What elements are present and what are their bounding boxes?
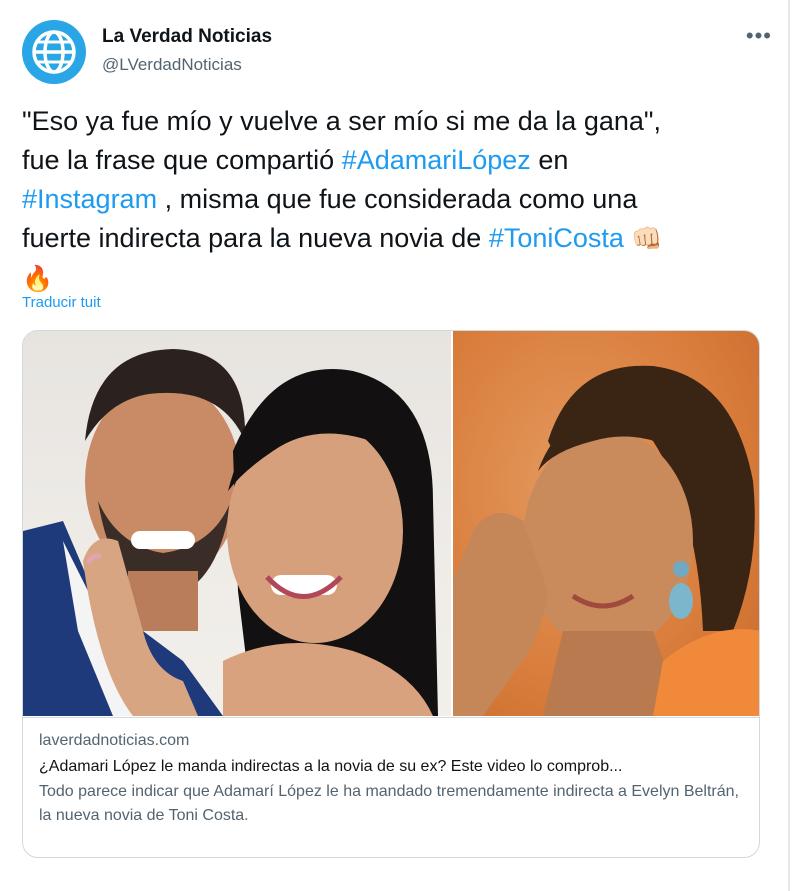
card-image[interactable] xyxy=(23,331,759,716)
card-domain: laverdadnoticias.com xyxy=(39,732,190,749)
account-handle[interactable]: @LVerdadNoticias xyxy=(102,55,242,75)
card-title: ¿Adamari López le manda indirectas a la … xyxy=(39,758,623,775)
fist-emoji: 👊🏻 xyxy=(631,225,663,253)
account-name[interactable]: La Verdad Noticias xyxy=(102,26,272,48)
couple-photo xyxy=(23,331,451,716)
woman-portrait-photo xyxy=(453,331,759,716)
hashtag-adamari-lopez[interactable]: #AdamariLópez xyxy=(342,145,531,175)
tweet-text-segment: fue la frase que compartió xyxy=(22,145,342,175)
tweet-text-segment: fuerte indirecta para la nueva novia de xyxy=(22,223,489,253)
link-preview-card[interactable]: laverdadnoticias.com ¿Adamari López le m… xyxy=(22,330,760,858)
more-options-icon[interactable]: ••• xyxy=(746,25,772,47)
hashtag-instagram[interactable]: #Instagram xyxy=(22,184,157,214)
avatar[interactable] xyxy=(22,20,86,84)
translate-tweet-link[interactable]: Traducir tuit xyxy=(22,294,101,311)
hashtag-toni-costa[interactable]: #ToniCosta xyxy=(489,223,624,253)
globe-icon xyxy=(32,30,76,74)
tweet-text: "Eso ya fue mío y vuelve a ser mío si me… xyxy=(22,102,762,299)
tweet-text-segment: en xyxy=(530,145,569,175)
card-description: Todo parece indicar que Adamarí López le… xyxy=(39,783,739,824)
tweet-header: La Verdad Noticias @LVerdadNoticias ••• xyxy=(22,20,772,84)
scrollbar-track xyxy=(788,0,790,891)
tweet-text-segment: , misma que fue considerada como una xyxy=(157,184,638,214)
fire-emoji: 🔥 xyxy=(22,265,54,293)
tweet-text-line-1: "Eso ya fue mío y vuelve a ser mío si me… xyxy=(22,106,661,136)
card-meta[interactable]: laverdadnoticias.com ¿Adamari López le m… xyxy=(23,717,759,828)
